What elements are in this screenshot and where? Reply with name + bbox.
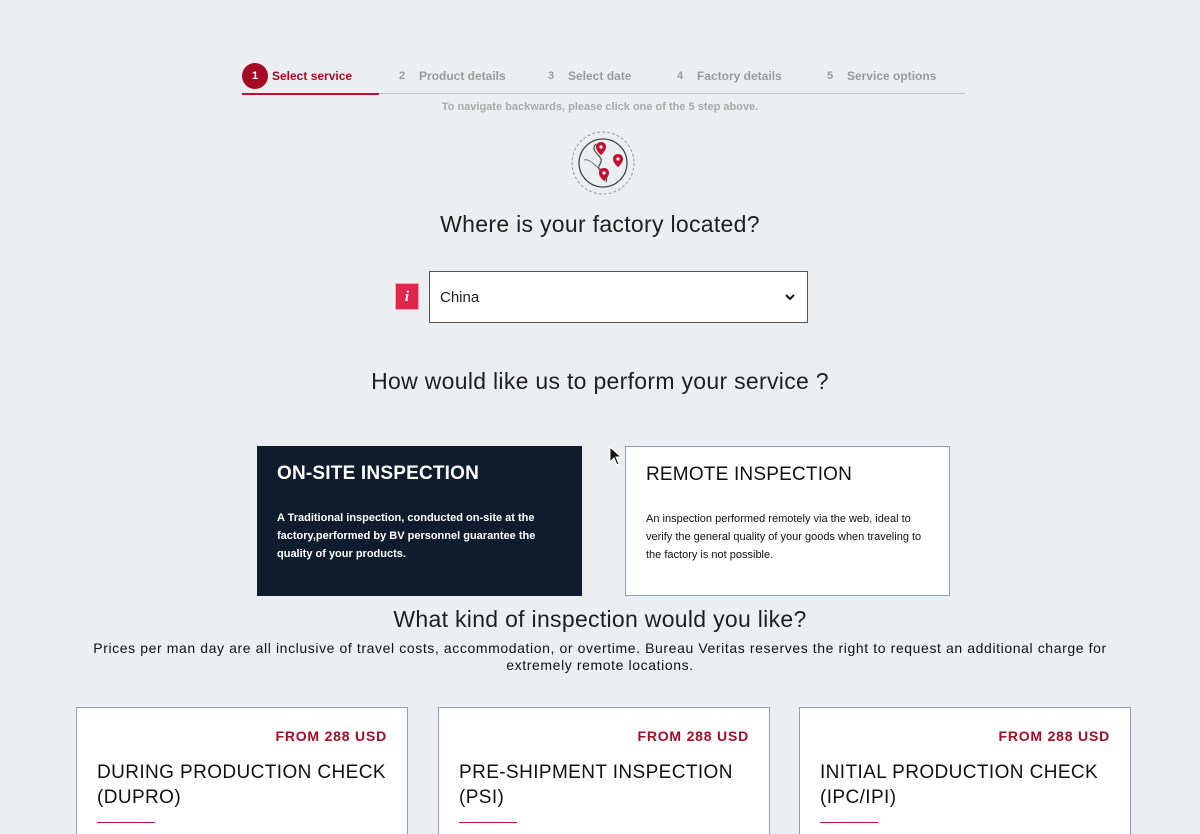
card-title: ON-SITE INSPECTION [277,463,480,484]
step-label: Factory details [697,68,782,83]
card-description: An inspection performed remotely via the… [646,513,922,561]
step-label: Select service [272,68,353,83]
step-number: 4 [676,69,684,82]
remote-inspection-card[interactable]: REMOTE INSPECTION An inspection performe… [625,446,950,596]
step-product-details[interactable]: 2 Product details [389,58,506,93]
step-number: 3 [547,69,555,82]
country-select[interactable]: China [429,271,808,323]
info-icon[interactable]: i [395,283,419,310]
product-name: DURING PRODUCTION CHECK (DUPRO) [97,762,386,808]
map-route-icon [571,131,635,195]
product-card-ipc[interactable]: FROM 288 USD INITIAL PRODUCTION CHECK (I… [799,707,1131,834]
product-name: PRE-SHIPMENT INSPECTION (PSI) [459,762,733,808]
step-number: 5 [826,69,834,82]
price-label: FROM 288 USD [275,728,387,744]
price-label: FROM 288 USD [637,728,749,744]
card-description: A Traditional inspection, conducted on-s… [277,512,536,560]
price-label: FROM 288 USD [998,728,1110,744]
step-number: 1 [242,62,268,89]
product-name: INITIAL PRODUCTION CHECK (IPC/IPI) [820,762,1099,808]
step-label: Product details [419,68,506,83]
step-service-options[interactable]: 5 Service options [817,58,936,93]
chevron-down-icon [785,294,795,301]
product-card-psi[interactable]: FROM 288 USD PRE-SHIPMENT INSPECTION (PS… [438,707,770,834]
step-label: Select date [568,68,632,83]
step-select-service[interactable]: 1 Select service [242,58,379,95]
accent-rule [820,822,878,823]
country-select-value: China [440,288,480,306]
step-label: Service options [847,68,937,83]
product-card-dupro[interactable]: FROM 288 USD DURING PRODUCTION CHECK (DU… [76,707,408,834]
accent-rule [459,822,517,823]
mouse-cursor-icon [609,446,623,466]
onsite-inspection-card[interactable]: ON-SITE INSPECTION A Traditional inspect… [257,446,582,596]
card-title: REMOTE INSPECTION [646,464,853,485]
service-mode-question: How would like us to perform your servic… [371,368,829,394]
pricing-note: Prices per man day are all inclusive of … [93,640,1107,673]
step-select-date[interactable]: 3 Select date [538,58,631,93]
stepper-hint: To navigate backwards, please click one … [441,101,759,113]
progress-stepper: 1 Select service 2 Product details 3 Sel… [242,58,965,95]
step-number: 2 [398,69,406,82]
accent-rule [97,822,155,823]
factory-location-question: Where is your factory located? [440,211,760,237]
step-factory-details[interactable]: 4 Factory details [667,58,782,93]
inspection-kind-question: What kind of inspection would you like? [393,606,807,632]
